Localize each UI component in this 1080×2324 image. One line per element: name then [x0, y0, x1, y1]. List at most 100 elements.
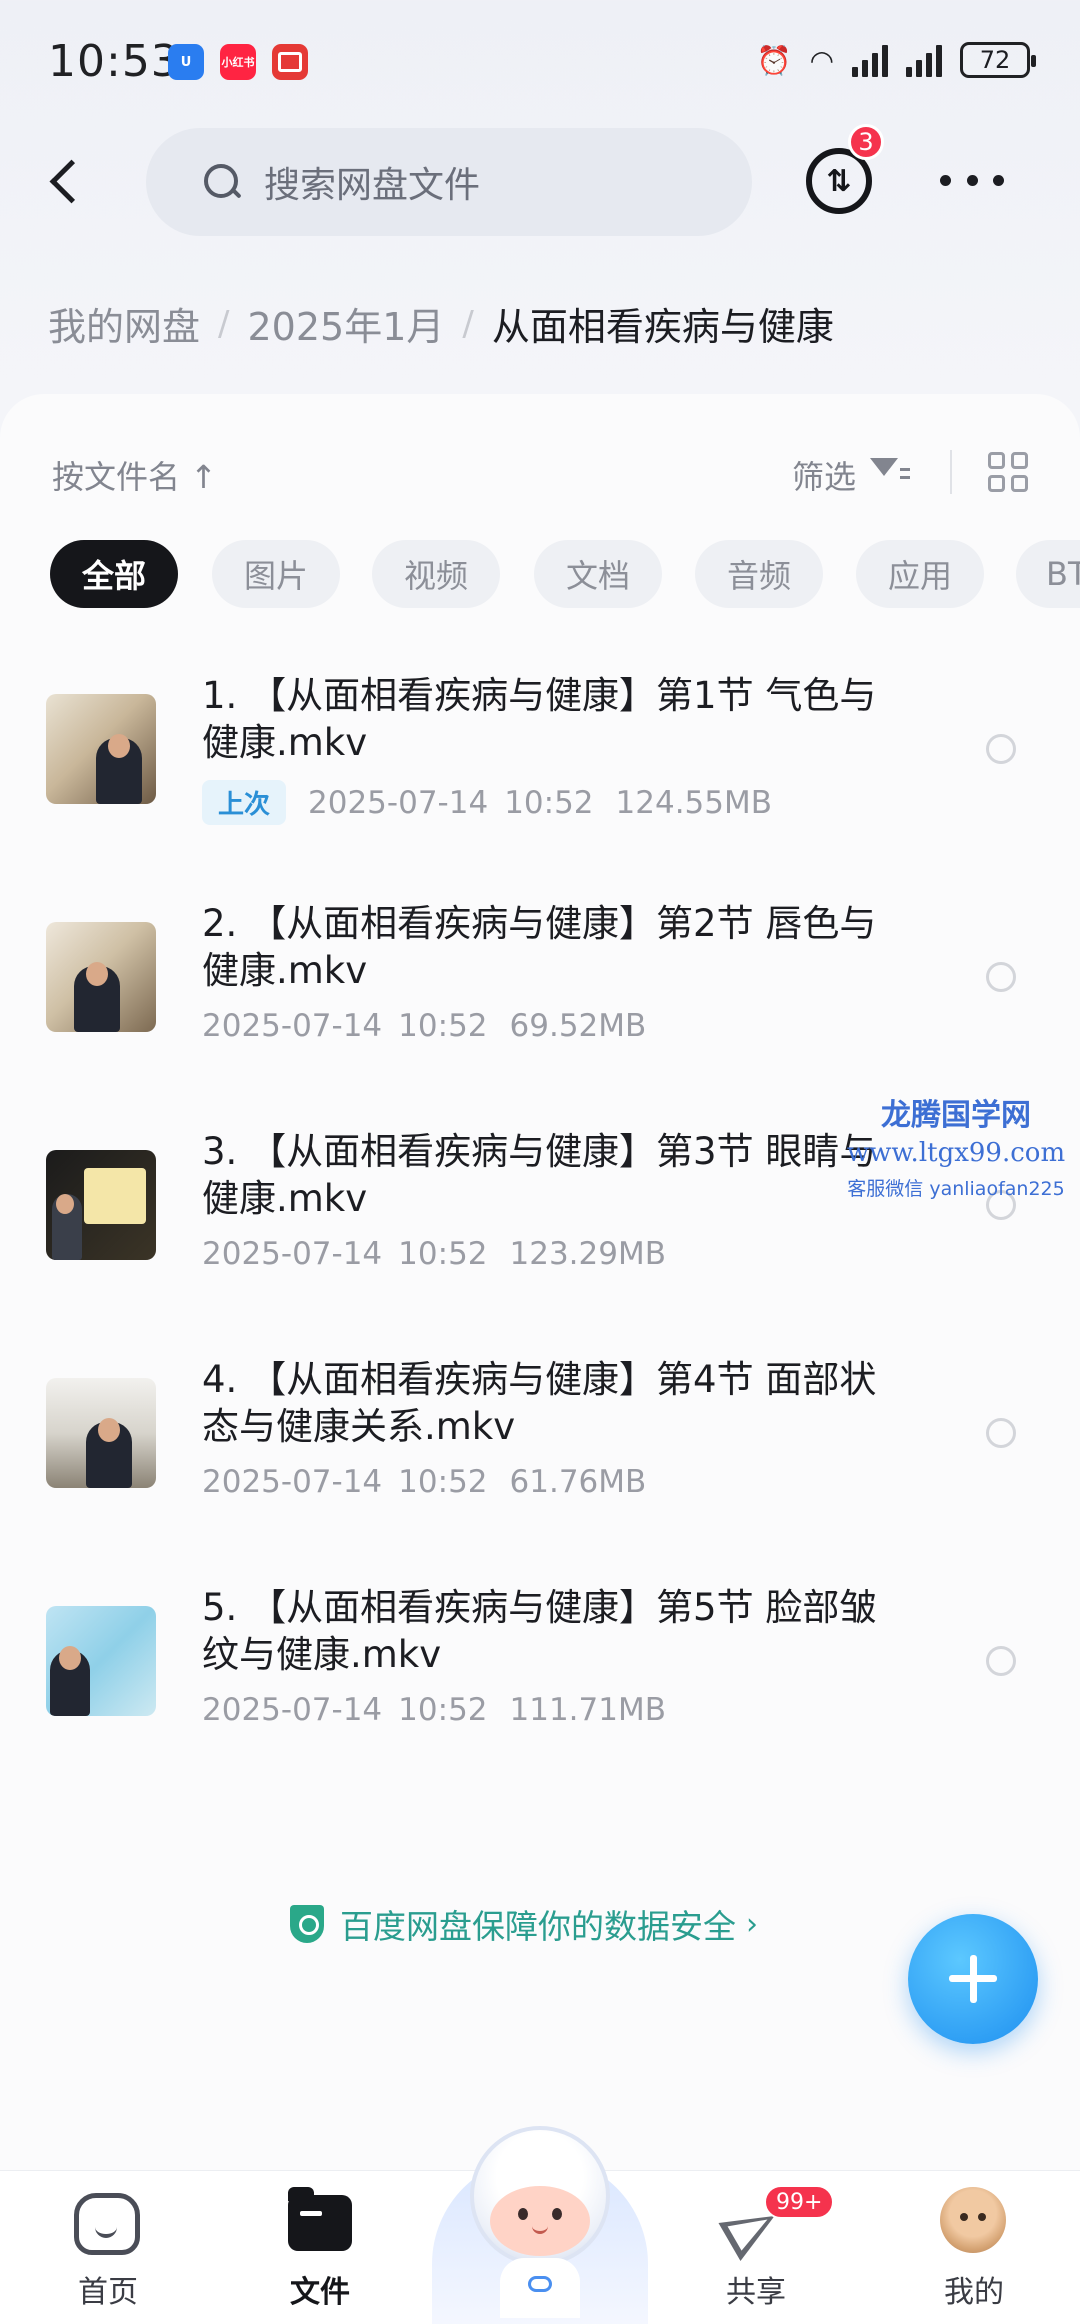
file-meta: 2025-07-14 10:52 61.76MB	[202, 1464, 646, 1500]
grid-view-icon[interactable]	[988, 452, 1028, 492]
file-date: 2025-07-14	[202, 1464, 383, 1500]
watermark-contact: 客服微信 yanliaofan225	[847, 1178, 1065, 1200]
nav-files-label: 文件	[290, 2275, 350, 2310]
breadcrumb-root[interactable]: 我的网盘	[48, 296, 200, 351]
file-name: 3. 【从面相看疾病与健康】第3节 眼睛与健康.mkv	[202, 1130, 877, 1220]
video-thumbnail	[46, 694, 156, 804]
file-size: 61.76MB	[509, 1464, 647, 1500]
file-name: 4. 【从面相看疾病与健康】第4节 面部状态与健康关系.mkv	[202, 1358, 877, 1448]
video-thumbnail	[46, 922, 156, 1032]
battery-icon: 72	[960, 42, 1036, 78]
select-radio[interactable]	[986, 1646, 1016, 1676]
file-name: 2. 【从面相看疾病与健康】第2节 唇色与健康.mkv	[202, 902, 877, 992]
chip-all[interactable]: 全部	[50, 540, 178, 608]
nav-share-label: 共享	[726, 2275, 786, 2310]
select-radio[interactable]	[986, 1418, 1016, 1448]
file-meta: 2025-07-14 10:52 123.29MB	[202, 1236, 666, 1272]
search-icon	[202, 162, 242, 202]
file-date: 2025-07-14	[202, 1008, 383, 1044]
file-name: 5. 【从面相看疾病与健康】第5节 脸部皱纹与健康.mkv	[202, 1586, 877, 1676]
file-size: 69.52MB	[509, 1008, 647, 1044]
nav-files[interactable]: 文件	[240, 2171, 400, 2324]
wifi-icon: ◠	[809, 43, 834, 77]
ai-assistant-button[interactable]	[432, 2126, 648, 2324]
file-type-chips: 全部 图片 视频 文档 音频 应用 BT	[50, 540, 1080, 610]
breadcrumb-folder[interactable]: 2025年1月	[247, 296, 444, 351]
add-button[interactable]	[908, 1914, 1038, 2044]
nav-share[interactable]: 99+ 共享	[676, 2171, 836, 2324]
chip-apps[interactable]: 应用	[856, 540, 984, 608]
more-options-button[interactable]	[940, 160, 1004, 200]
breadcrumb-separator: /	[218, 303, 230, 344]
signal-icon-2	[906, 43, 942, 77]
file-meta: 2025-07-14 10:52 111.71MB	[202, 1692, 666, 1728]
cloud-logo-icon	[528, 2276, 552, 2292]
search-input[interactable]: 搜索网盘文件	[146, 128, 752, 236]
file-size: 123.29MB	[509, 1236, 666, 1272]
alarm-icon: ⏰	[756, 43, 792, 77]
breadcrumb: 我的网盘 / 2025年1月 / 从面相看疾病与健康	[48, 296, 834, 351]
chip-videos[interactable]: 视频	[372, 540, 500, 608]
signal-icon	[852, 43, 888, 77]
filter-button[interactable]: 筛选	[792, 452, 856, 498]
share-count-badge: 99+	[764, 2185, 835, 2219]
breadcrumb-separator: /	[462, 303, 474, 344]
nav-home[interactable]: 首页	[28, 2171, 188, 2324]
notification-app-icon: U	[168, 44, 204, 80]
chip-documents[interactable]: 文档	[534, 540, 662, 608]
back-button[interactable]	[40, 150, 90, 214]
message-app-icon	[272, 44, 308, 80]
file-size: 111.71MB	[509, 1692, 666, 1728]
file-name: 1. 【从面相看疾病与健康】第1节 气色与健康.mkv	[202, 674, 877, 764]
avatar	[940, 2187, 1006, 2253]
sort-by-name-button[interactable]: 按文件名 ↑	[52, 452, 217, 498]
nav-mine[interactable]: 我的	[894, 2171, 1054, 2324]
select-radio[interactable]	[986, 962, 1016, 992]
security-banner[interactable]: 百度网盘保障你的数据安全 ›	[290, 1900, 758, 1948]
filter-icon[interactable]	[870, 454, 910, 490]
chevron-right-icon: ›	[746, 1906, 758, 1942]
xiaohongshu-app-icon: 小红书	[220, 44, 256, 80]
file-date: 2025-07-14	[202, 1692, 383, 1728]
file-time: 10:52	[398, 1692, 488, 1728]
nav-home-label: 首页	[78, 2275, 138, 2310]
status-icons: ⏰ ◠ 72	[756, 42, 1036, 78]
watermark-url: www.ltgx99.com	[846, 1138, 1066, 1168]
shield-icon	[290, 1905, 324, 1943]
file-size: 124.55MB	[615, 784, 773, 821]
watermark: 龙腾国学网 www.ltgx99.com 客服微信 yanliaofan225	[836, 1090, 1076, 1201]
home-icon	[74, 2193, 140, 2255]
ai-eye	[518, 2208, 528, 2220]
divider	[950, 450, 952, 494]
file-meta: 2025-07-14 10:52 69.52MB	[202, 1008, 646, 1044]
file-row[interactable]: 1. 【从面相看疾病与健康】第1节 气色与健康.mkv 上次 2025-07-1…	[0, 660, 1080, 860]
video-thumbnail	[46, 1150, 156, 1260]
file-time: 10:52	[398, 1008, 488, 1044]
status-bar: 10:53 U 小红书 ⏰ ◠ 72	[0, 0, 1080, 120]
video-thumbnail	[46, 1378, 156, 1488]
nav-mine-label: 我的	[944, 2275, 1004, 2310]
search-placeholder: 搜索网盘文件	[264, 165, 481, 206]
watermark-title: 龙腾国学网	[881, 1098, 1031, 1133]
ai-eye	[552, 2208, 562, 2220]
file-time: 10:52	[504, 784, 594, 821]
security-banner-text: 百度网盘保障你的数据安全	[340, 1907, 736, 1946]
file-time: 10:52	[398, 1236, 488, 1272]
file-row[interactable]: 5. 【从面相看疾病与健康】第5节 脸部皱纹与健康.mkv 2025-07-14…	[0, 1572, 1080, 1772]
breadcrumb-current: 从面相看疾病与健康	[491, 305, 834, 349]
file-meta: 上次 2025-07-14 10:52 124.55MB	[202, 780, 772, 825]
file-time: 10:52	[398, 1464, 488, 1500]
status-time: 10:53	[48, 36, 180, 87]
chip-bt[interactable]: BT	[1016, 540, 1080, 608]
file-date: 2025-07-14	[202, 1236, 383, 1272]
chip-images[interactable]: 图片	[212, 540, 340, 608]
chip-audio[interactable]: 音频	[695, 540, 823, 608]
transfer-count-badge: 3	[848, 124, 884, 160]
file-date: 2025-07-14	[308, 784, 489, 821]
video-thumbnail	[46, 1606, 156, 1716]
select-radio[interactable]	[986, 734, 1016, 764]
last-opened-tag: 上次	[202, 780, 287, 825]
file-row[interactable]: 2. 【从面相看疾病与健康】第2节 唇色与健康.mkv 2025-07-14 1…	[0, 888, 1080, 1088]
folder-icon	[288, 2187, 352, 2251]
file-row[interactable]: 4. 【从面相看疾病与健康】第4节 面部状态与健康关系.mkv 2025-07-…	[0, 1344, 1080, 1544]
